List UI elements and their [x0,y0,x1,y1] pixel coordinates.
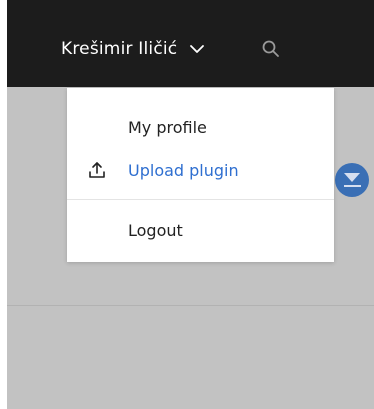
download-icon [344,173,360,182]
divider [7,305,374,306]
top-navigation-bar: Krešimir Iličić [7,0,374,87]
user-name: Krešimir Iličić [61,39,178,59]
menu-item-my-profile[interactable]: My profile [67,109,334,145]
menu-divider [67,199,334,200]
search-icon[interactable] [261,39,281,59]
chevron-down-icon [190,45,205,53]
user-menu-toggle[interactable]: Krešimir Iličić [61,36,205,62]
menu-item-upload-plugin[interactable]: Upload plugin [67,152,334,188]
upload-icon [89,162,105,178]
user-dropdown-menu: My profile Upload plugin Logout [67,88,334,262]
menu-item-label: My profile [128,117,207,137]
download-button[interactable] [335,163,369,197]
menu-item-logout[interactable]: Logout [67,212,334,248]
menu-item-label: Logout [128,220,183,240]
download-icon-base [344,185,361,187]
menu-item-label: Upload plugin [128,160,239,180]
app-window: Krešimir Iličić My profile Upload plugin… [0,0,374,409]
